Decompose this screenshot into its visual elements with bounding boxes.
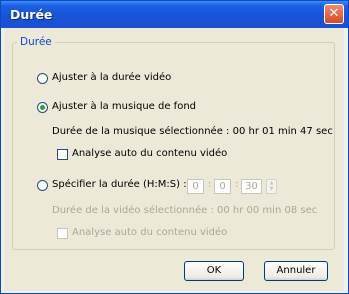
dialog-body: Durée Ajuster à la durée vidéo Ajuster à… xyxy=(4,28,344,291)
video-duration-text: Durée de la vidéo sélectionnée : 00 hr 0… xyxy=(52,205,318,216)
music-auto-analyze-checkbox[interactable] xyxy=(57,149,68,160)
chevron-down-icon[interactable]: ▼ xyxy=(267,186,276,192)
hours-field[interactable]: 0 xyxy=(187,179,204,194)
duration-spinner[interactable]: ▲ ▼ xyxy=(266,179,277,194)
window-title: Durée xyxy=(10,7,53,22)
radio-background-music-label[interactable]: Ajuster à la musique de fond xyxy=(52,101,196,112)
cancel-button[interactable]: Annuler xyxy=(264,261,328,281)
time-separator: : xyxy=(208,179,212,190)
minutes-field[interactable]: 0 xyxy=(214,179,231,194)
music-auto-analyze-label[interactable]: Analyse auto du contenu vidéo xyxy=(72,148,227,159)
music-duration-text: Durée de la musique sélectionnée : 00 hr… xyxy=(52,126,333,137)
ok-button[interactable]: OK xyxy=(184,261,244,281)
video-auto-analyze-label[interactable]: Analyse auto du contenu vidéo xyxy=(72,227,227,238)
radio-video-duration[interactable] xyxy=(37,73,48,84)
radio-video-duration-label[interactable]: Ajuster à la durée vidéo xyxy=(52,72,171,83)
time-separator: : xyxy=(235,179,239,190)
title-bar[interactable]: Durée ✕ xyxy=(1,1,348,28)
radio-background-music[interactable] xyxy=(37,102,48,113)
seconds-field[interactable]: 30 xyxy=(241,179,262,194)
group-legend: Durée xyxy=(17,36,55,48)
radio-specify-duration-label[interactable]: Spécifier la durée (H:M:S) : xyxy=(52,179,187,190)
video-auto-analyze-checkbox[interactable] xyxy=(57,228,68,239)
close-button[interactable]: ✕ xyxy=(324,4,344,24)
radio-specify-duration[interactable] xyxy=(37,180,48,191)
close-icon: ✕ xyxy=(328,6,340,21)
duration-dialog: Durée ✕ Durée Ajuster à la durée vidéo A… xyxy=(0,0,349,294)
